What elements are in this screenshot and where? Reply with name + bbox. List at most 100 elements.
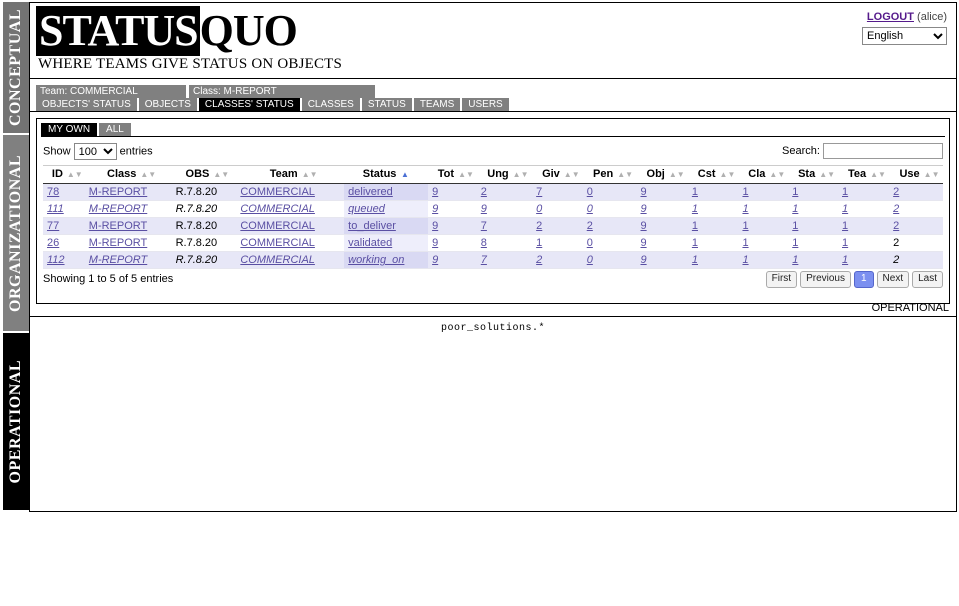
pagination-last-button[interactable]: Last <box>912 271 943 288</box>
cell-cst[interactable]: 1 <box>688 235 739 252</box>
link-giv[interactable]: 7 <box>536 186 542 198</box>
link-sta[interactable]: 1 <box>792 186 798 198</box>
link-giv[interactable]: 2 <box>536 254 542 266</box>
table-row[interactable]: 112 M-REPORT R.7.8.20 COMMERCIAL working… <box>43 252 943 269</box>
link-tot[interactable]: 9 <box>432 237 438 249</box>
cell-sta[interactable]: 1 <box>788 184 838 201</box>
cell-ung[interactable]: 2 <box>477 184 532 201</box>
cell-cla[interactable]: 1 <box>738 184 788 201</box>
cell-ung[interactable]: 7 <box>477 252 532 269</box>
nav-tab-status[interactable]: STATUS <box>362 98 412 111</box>
col-header-team[interactable]: Team▲▼ <box>236 166 344 184</box>
scope-tab-all[interactable]: ALL <box>99 123 131 136</box>
cell-cst[interactable]: 1 <box>688 201 739 218</box>
cell-sta[interactable]: 1 <box>788 201 838 218</box>
col-header-use[interactable]: Use▲▼ <box>889 166 943 184</box>
cell-ung[interactable]: 9 <box>477 201 532 218</box>
link-cst[interactable]: 1 <box>692 203 698 215</box>
link-pen[interactable]: 0 <box>587 237 593 249</box>
link-status[interactable]: validated <box>348 237 392 249</box>
col-header-obj[interactable]: Obj▲▼ <box>637 166 688 184</box>
cell-cla[interactable]: 1 <box>738 235 788 252</box>
cell-pen[interactable]: 0 <box>583 235 637 252</box>
col-header-tot[interactable]: Tot▲▼ <box>428 166 477 184</box>
cell-status[interactable]: validated <box>344 235 428 252</box>
page-length-select[interactable]: 100 <box>74 143 117 160</box>
cell-status[interactable]: to_deliver <box>344 218 428 235</box>
nav-tab-objects[interactable]: OBJECTS <box>139 98 197 111</box>
link-tea[interactable]: 1 <box>842 220 848 232</box>
cell-team[interactable]: COMMERCIAL <box>236 201 344 218</box>
cell-obj[interactable]: 9 <box>637 201 688 218</box>
col-header-giv[interactable]: Giv▲▼ <box>532 166 583 184</box>
nav-tab-teams[interactable]: TEAMS <box>414 98 460 111</box>
link-ung[interactable]: 9 <box>481 203 487 215</box>
link-tea[interactable]: 1 <box>842 203 848 215</box>
cell-pen[interactable]: 2 <box>583 218 637 235</box>
link-cst[interactable]: 1 <box>692 220 698 232</box>
cell-giv[interactable]: 0 <box>532 201 583 218</box>
link-tot[interactable]: 9 <box>432 203 438 215</box>
link-ung[interactable]: 8 <box>481 237 487 249</box>
link-team[interactable]: COMMERCIAL <box>240 186 315 198</box>
cell-status[interactable]: working_on <box>344 252 428 269</box>
rail-item-operational[interactable]: OPERATIONAL <box>3 333 29 510</box>
cell-class[interactable]: M-REPORT <box>85 252 172 269</box>
cell-team[interactable]: COMMERCIAL <box>236 218 344 235</box>
link-sta[interactable]: 1 <box>792 254 798 266</box>
cell-pen[interactable]: 0 <box>583 252 637 269</box>
cell-tea[interactable]: 1 <box>838 218 889 235</box>
cell-id[interactable]: 77 <box>43 218 85 235</box>
cell-tot[interactable]: 9 <box>428 201 477 218</box>
link-giv[interactable]: 0 <box>536 203 542 215</box>
link-ung[interactable]: 2 <box>481 186 487 198</box>
cell-status[interactable]: delivered <box>344 184 428 201</box>
link-tot[interactable]: 9 <box>432 186 438 198</box>
pagination-previous-button[interactable]: Previous <box>800 271 851 288</box>
cell-tot[interactable]: 9 <box>428 252 477 269</box>
link-sta[interactable]: 1 <box>792 220 798 232</box>
cell-giv[interactable]: 2 <box>532 252 583 269</box>
link-cla[interactable]: 1 <box>742 203 748 215</box>
link-cst[interactable]: 1 <box>692 254 698 266</box>
link-team[interactable]: COMMERCIAL <box>240 203 315 215</box>
link-id[interactable]: 77 <box>47 220 59 232</box>
language-select[interactable]: English <box>862 27 947 45</box>
nav-tab-classes-status[interactable]: CLASSES' STATUS <box>199 98 300 111</box>
link-tea[interactable]: 1 <box>842 254 848 266</box>
link-class[interactable]: M-REPORT <box>89 186 147 198</box>
cell-status[interactable]: queued <box>344 201 428 218</box>
col-header-cla[interactable]: Cla▲▼ <box>738 166 788 184</box>
link-obj[interactable]: 9 <box>641 220 647 232</box>
cell-class[interactable]: M-REPORT <box>85 184 172 201</box>
pagination-page-1-button[interactable]: 1 <box>854 271 874 288</box>
link-sta[interactable]: 1 <box>792 237 798 249</box>
cell-giv[interactable]: 2 <box>532 218 583 235</box>
link-team[interactable]: COMMERCIAL <box>240 237 315 249</box>
link-pen[interactable]: 0 <box>587 254 593 266</box>
cell-id[interactable]: 111 <box>43 201 85 218</box>
link-class[interactable]: M-REPORT <box>89 237 147 249</box>
logout-link[interactable]: LOGOUT <box>867 11 914 23</box>
cell-tea[interactable]: 1 <box>838 184 889 201</box>
cell-cla[interactable]: 1 <box>738 218 788 235</box>
table-row[interactable]: 78 M-REPORT R.7.8.20 COMMERCIAL delivere… <box>43 184 943 201</box>
pagination-next-button[interactable]: Next <box>877 271 910 288</box>
cell-obj[interactable]: 9 <box>637 218 688 235</box>
nav-tab-users[interactable]: USERS <box>462 98 508 111</box>
link-cla[interactable]: 1 <box>742 186 748 198</box>
col-header-id[interactable]: ID▲▼ <box>43 166 85 184</box>
link-id[interactable]: 78 <box>47 186 59 198</box>
link-id[interactable]: 26 <box>47 237 59 249</box>
link-use[interactable]: 2 <box>893 220 899 232</box>
cell-id[interactable]: 112 <box>43 252 85 269</box>
link-ung[interactable]: 7 <box>481 220 487 232</box>
cell-team[interactable]: COMMERCIAL <box>236 235 344 252</box>
link-sta[interactable]: 1 <box>792 203 798 215</box>
cell-cst[interactable]: 1 <box>688 184 739 201</box>
col-header-obs[interactable]: OBS▲▼ <box>172 166 237 184</box>
table-row[interactable]: 26 M-REPORT R.7.8.20 COMMERCIAL validate… <box>43 235 943 252</box>
link-obj[interactable]: 9 <box>641 203 647 215</box>
link-ung[interactable]: 7 <box>481 254 487 266</box>
link-cst[interactable]: 1 <box>692 186 698 198</box>
